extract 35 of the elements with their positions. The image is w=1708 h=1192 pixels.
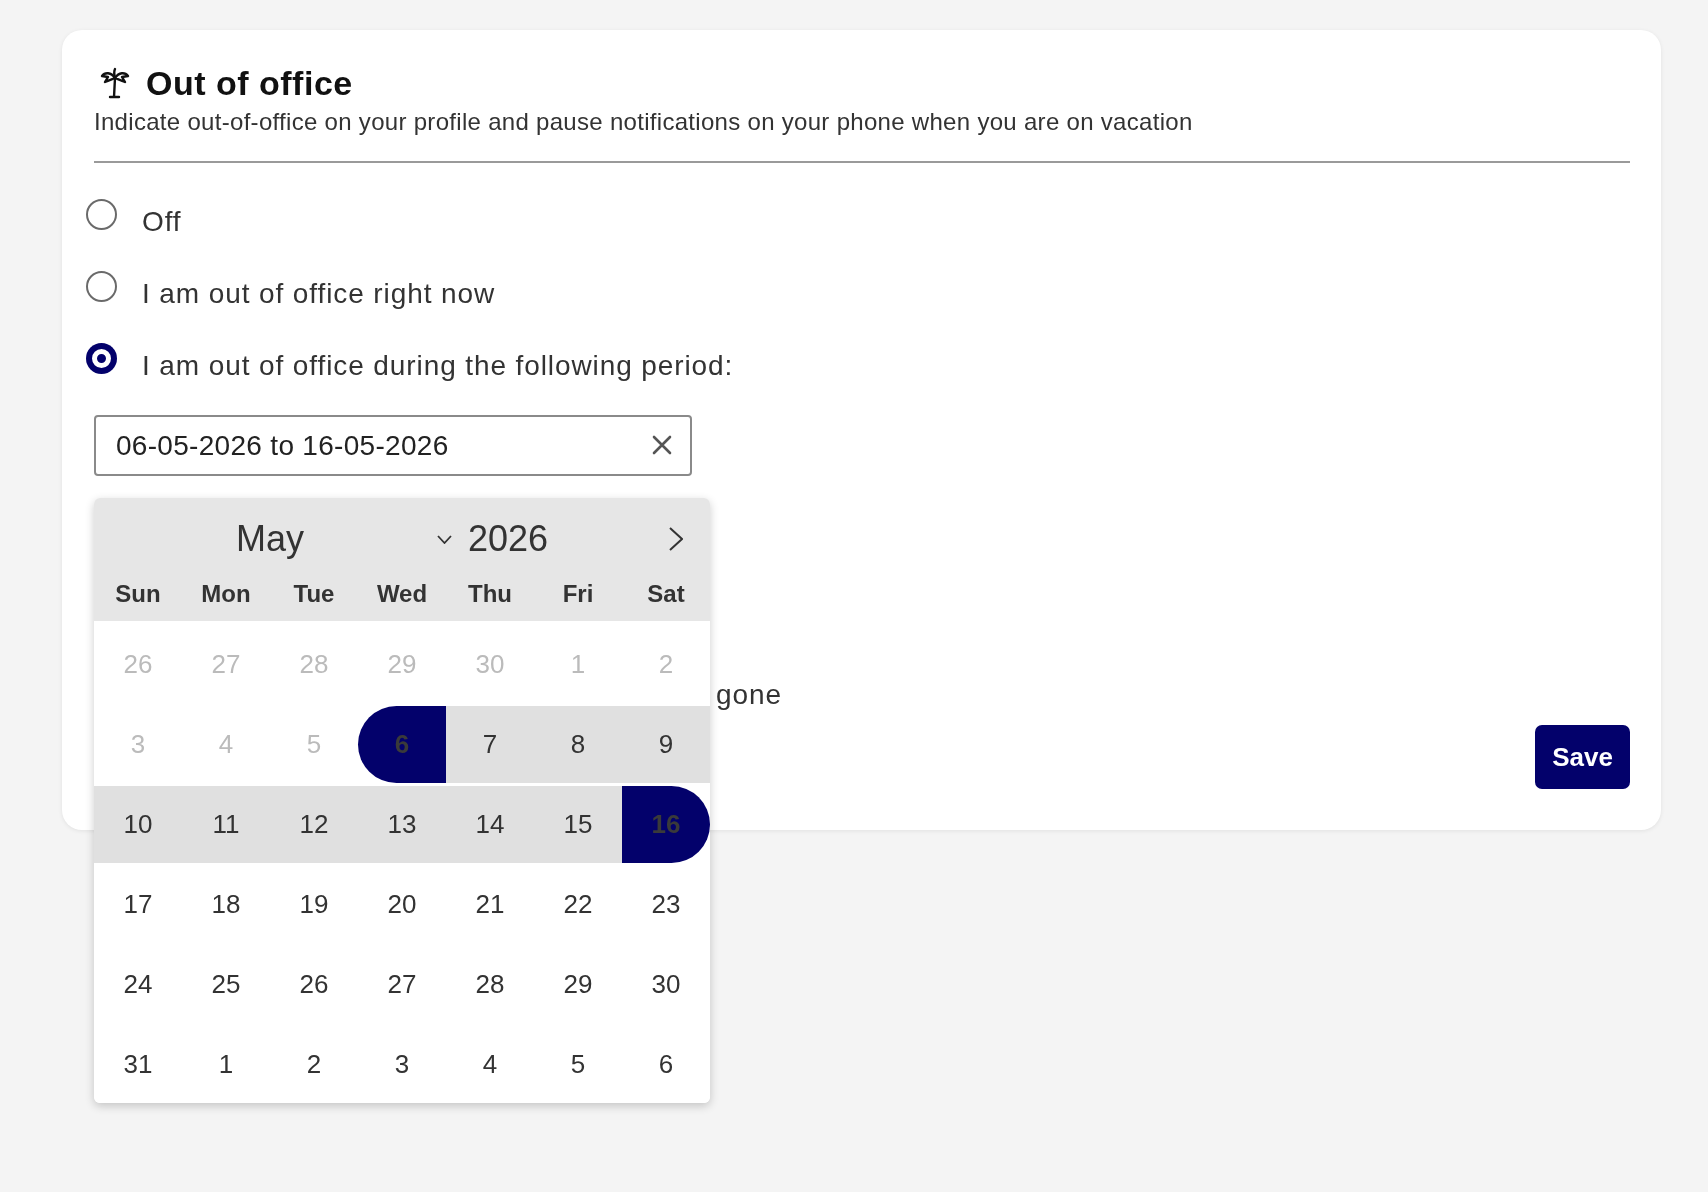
calendar-day[interactable]: 8 [534,706,622,783]
page-subtitle: Indicate out-of-office on your profile and pause notifications on your phone when you are on vacation [94,107,1194,137]
calendar-day[interactable]: 10 [94,786,182,863]
month-select[interactable]: May [236,514,452,564]
palm-tree-icon [99,67,131,99]
weekday-label: Sun [115,579,161,609]
weekday-label: Mon [201,579,251,609]
option-label: gone [716,678,782,712]
calendar-day[interactable]: 13 [358,786,446,863]
weekday-label: Sat [647,579,685,609]
option-label: I am out of office during the following period: [142,349,734,383]
year-field[interactable]: 2026 [468,514,549,564]
radio-button[interactable] [86,271,117,302]
radio-button[interactable] [86,343,117,374]
chevron-down-icon [437,534,452,544]
calendar-day[interactable]: 11 [182,786,270,863]
calendar-day[interactable]: 7 [446,706,534,783]
weekday-label: Thu [468,579,512,609]
calendar-day[interactable]: 14 [446,786,534,863]
chevron-right-icon[interactable] [669,527,683,551]
option-label: I am out of office right now [142,277,496,311]
weekday-label: Fri [562,579,594,609]
date-range-field[interactable]: 06-05-2026 to 16-05-2026 [94,415,692,476]
calendar-day[interactable]: 31 [94,1026,182,1103]
calendar-day[interactable]: 12 [270,786,358,863]
option-label: Off [142,205,182,239]
page-title: Out of office [146,63,353,104]
calendar-day[interactable]: 6 [622,1026,710,1103]
close-icon[interactable] [652,435,672,455]
save-button[interactable]: Save [1535,725,1630,789]
calendar-day[interactable]: 15 [534,786,622,863]
radio-button[interactable] [86,199,117,230]
calendar-day[interactable]: 9 [622,706,710,783]
weekday-label: Wed [376,579,428,609]
weekday-label: Tue [293,579,335,609]
